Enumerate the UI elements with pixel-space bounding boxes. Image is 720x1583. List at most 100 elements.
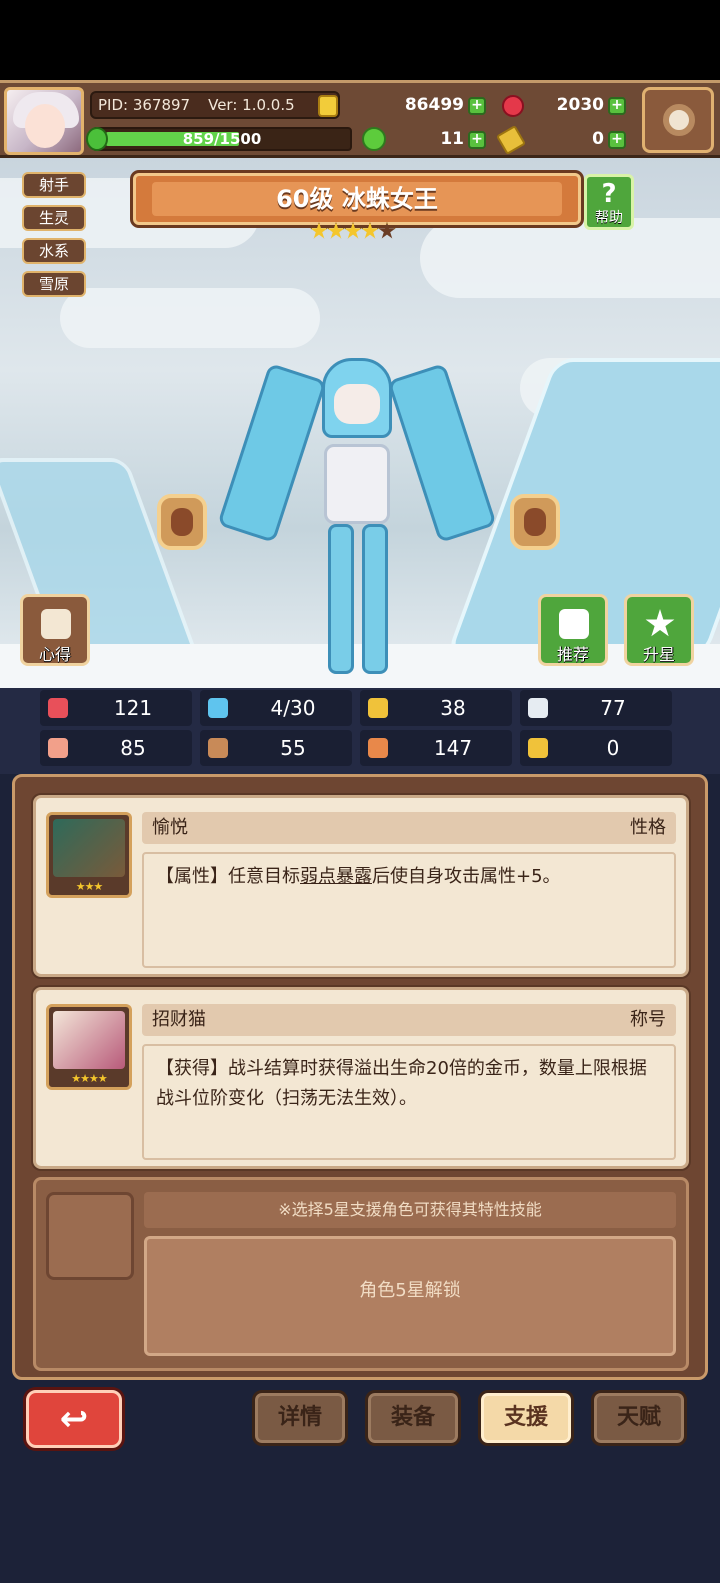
title-type: 称号 [630,1009,666,1030]
stat-heart[interactable]: 121 [40,690,192,726]
star-filled-icon [327,222,345,239]
notes-label: 心得 [38,645,71,664]
help-label: 帮助 [595,210,623,226]
tag-element[interactable]: 水系 [22,238,86,264]
thumbs-up-icon [559,609,589,639]
stat-wing[interactable]: 77 [520,690,672,726]
stat-value: 55 [280,736,306,760]
key-count: 0 [592,129,604,149]
character-title: 60级 冰蛛女王 [276,185,438,213]
support-slot[interactable] [46,1192,134,1280]
stat-fist[interactable]: 85 [40,730,192,766]
character-stars [310,222,396,244]
stat-value: 85 [120,736,146,760]
xp-text: 859/1500 [182,130,262,148]
scroll-icon [368,738,388,758]
hero-face [334,384,380,424]
portrait-image [53,819,125,877]
gem-count: 2030 [556,95,604,115]
title-name: 招财猫 [152,1009,206,1030]
add-gems-button[interactable]: + [608,97,626,115]
fist-icon [48,738,68,758]
add-keys-button[interactable]: + [608,131,626,149]
cloud [420,218,720,298]
stat-shield[interactable]: 38 [360,690,512,726]
stats-panel: 121 4/30 38 77 85 55 147 0 [0,688,720,774]
tab-talent[interactable]: 天赋 [591,1390,687,1446]
tab-support[interactable]: 支援 [478,1390,574,1446]
stat-scroll[interactable]: 147 [360,730,512,766]
card-header: 招财猫 称号 [142,1004,676,1036]
tag-region[interactable]: 雪原 [22,271,86,297]
character-title-bar: 60级 冰蛛女王 [133,173,581,225]
water-drop-icon [208,698,228,718]
clover-icon [362,127,386,151]
star-up-label: 升星 [642,645,675,664]
clover-count: 11 [440,129,464,149]
weakness-exposed-link[interactable]: 弱点暴露 [300,866,372,887]
stat-book[interactable]: 55 [200,730,352,766]
stat-value: 147 [433,736,473,760]
settings-button[interactable] [642,87,714,153]
hero-right-leg [362,524,388,674]
cloud [60,288,320,348]
trait-name: 愉悦 [152,817,188,838]
coin-count: 86499 [404,95,464,115]
star-filled-icon [344,222,362,239]
trait-type: 性格 [630,817,666,838]
key-icon [495,124,527,156]
arrow-left-icon [171,508,193,536]
notes-button[interactable]: 心得 [20,594,90,666]
stat-value: 0 [606,736,620,760]
star-up-button[interactable]: 升星 [624,594,694,666]
coin-icon [318,95,338,117]
player-info: PID: 367897 Ver: 1.0.0.5 [90,91,340,119]
title-portrait[interactable]: ★★★★ [46,1004,132,1090]
trait-description: 【属性】任意目标弱点暴露后使自身攻击属性+5。 [142,852,676,968]
next-character-button[interactable] [510,494,560,550]
hero-body [324,444,390,524]
hero-left-leg [328,524,354,674]
left-wing [217,362,327,544]
xp-icon [86,127,108,151]
title-description: 【获得】战斗结算时获得溢出生命20倍的金币，数量上限根据战斗位阶变化（扫荡无法生… [142,1044,676,1160]
desc-prefix: 【属性】任意目标 [156,866,300,887]
question-icon: ? [601,179,617,209]
wing-icon [528,698,548,718]
tab-equipment[interactable]: 装备 [365,1390,461,1446]
star-filled-icon [361,222,379,239]
portrait-stars: ★★★★ [71,1072,107,1085]
back-button[interactable]: ↩ [26,1390,122,1448]
player-avatar[interactable] [4,87,84,155]
xp-bar: 859/1500 [92,127,352,151]
desc-suffix: 后使自身攻击属性+5。 [372,866,561,887]
help-button[interactable]: ? 帮助 [584,174,634,230]
recommend-button[interactable]: 推荐 [538,594,608,666]
gem-icon [502,95,524,117]
prev-character-button[interactable] [157,494,207,550]
player-id: PID: 367897 [98,96,191,114]
support-locked: 角色5星解锁 [144,1236,676,1356]
star-filled-icon [310,222,328,239]
support-hint: ※选择5星支援角色可获得其特性技能 [144,1192,676,1228]
recommend-label: 推荐 [556,645,589,664]
stat-water-drop[interactable]: 4/30 [200,690,352,726]
horseshoe-icon [528,738,548,758]
character-sprite[interactable] [217,348,497,683]
personality-portrait[interactable]: ★★★ [46,812,132,898]
tag-race[interactable]: 生灵 [22,205,86,231]
tag-class[interactable]: 射手 [22,172,86,198]
back-arrow-icon: ↩ [59,1399,89,1439]
add-clover-button[interactable]: + [468,131,486,149]
top-header: PID: 367897 Ver: 1.0.0.5 86499 + 2030 + 8… [0,80,720,158]
card-header: 愉悦 性格 [142,812,676,844]
portrait-image [53,1011,125,1069]
stat-value: 121 [113,696,153,720]
shield-icon [368,698,388,718]
tab-details[interactable]: 详情 [252,1390,348,1446]
support-slot-card: ※选择5星支援角色可获得其特性技能 角色5星解锁 [33,1177,689,1371]
status-bar-area [0,0,720,80]
avatar-face [25,104,65,148]
stat-horseshoe[interactable]: 0 [520,730,672,766]
add-coins-button[interactable]: + [468,97,486,115]
